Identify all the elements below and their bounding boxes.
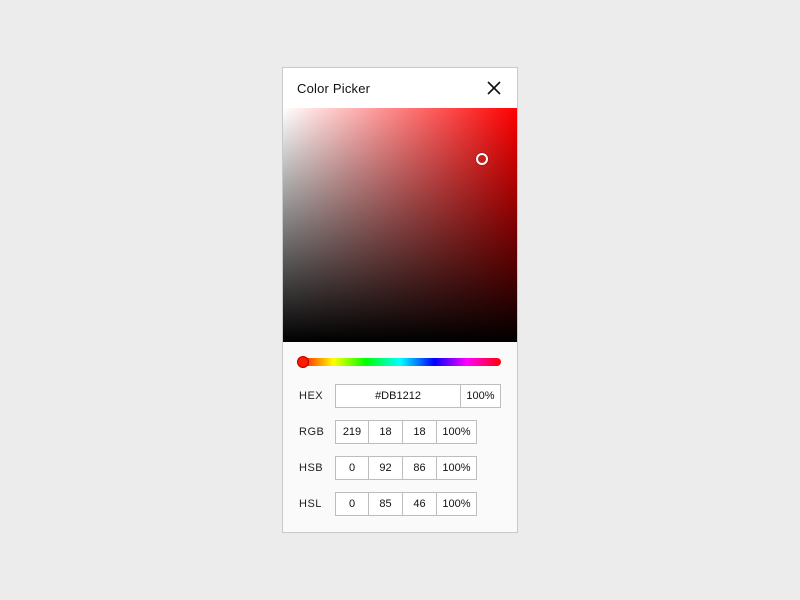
saturation-value-handle[interactable] bbox=[476, 153, 488, 165]
hex-row: HEX #DB1212 100% bbox=[299, 384, 501, 408]
hsl-label: HSL bbox=[299, 498, 335, 510]
close-icon bbox=[487, 81, 501, 95]
hsb-row: HSB 0 92 86 100% bbox=[299, 456, 501, 480]
hsl-h-input[interactable]: 0 bbox=[335, 492, 369, 516]
hsb-s-input[interactable]: 92 bbox=[369, 456, 403, 480]
hsb-alpha-input[interactable]: 100% bbox=[437, 456, 477, 480]
rgb-label: RGB bbox=[299, 426, 335, 438]
rgb-b-input[interactable]: 18 bbox=[403, 420, 437, 444]
hex-value-input[interactable]: #DB1212 bbox=[335, 384, 461, 408]
close-button[interactable] bbox=[485, 79, 503, 97]
hue-slider[interactable] bbox=[299, 358, 501, 366]
hsb-h-input[interactable]: 0 bbox=[335, 456, 369, 480]
hex-label: HEX bbox=[299, 390, 335, 402]
hsb-label: HSB bbox=[299, 462, 335, 474]
rgb-row: RGB 219 18 18 100% bbox=[299, 420, 501, 444]
panel-header: Color Picker bbox=[283, 68, 517, 108]
hsb-b-input[interactable]: 86 bbox=[403, 456, 437, 480]
hue-handle[interactable] bbox=[297, 356, 309, 368]
rgb-g-input[interactable]: 18 bbox=[369, 420, 403, 444]
color-picker-panel: Color Picker HEX #DB1212 100% RGB 219 18 bbox=[282, 67, 518, 533]
controls-section: HEX #DB1212 100% RGB 219 18 18 100% HSB … bbox=[283, 342, 517, 532]
panel-title: Color Picker bbox=[297, 81, 370, 96]
saturation-value-canvas[interactable] bbox=[283, 108, 517, 342]
hsl-alpha-input[interactable]: 100% bbox=[437, 492, 477, 516]
hsl-s-input[interactable]: 85 bbox=[369, 492, 403, 516]
rgb-r-input[interactable]: 219 bbox=[335, 420, 369, 444]
hsl-l-input[interactable]: 46 bbox=[403, 492, 437, 516]
hsl-row: HSL 0 85 46 100% bbox=[299, 492, 501, 516]
hex-alpha-input[interactable]: 100% bbox=[461, 384, 501, 408]
rgb-alpha-input[interactable]: 100% bbox=[437, 420, 477, 444]
